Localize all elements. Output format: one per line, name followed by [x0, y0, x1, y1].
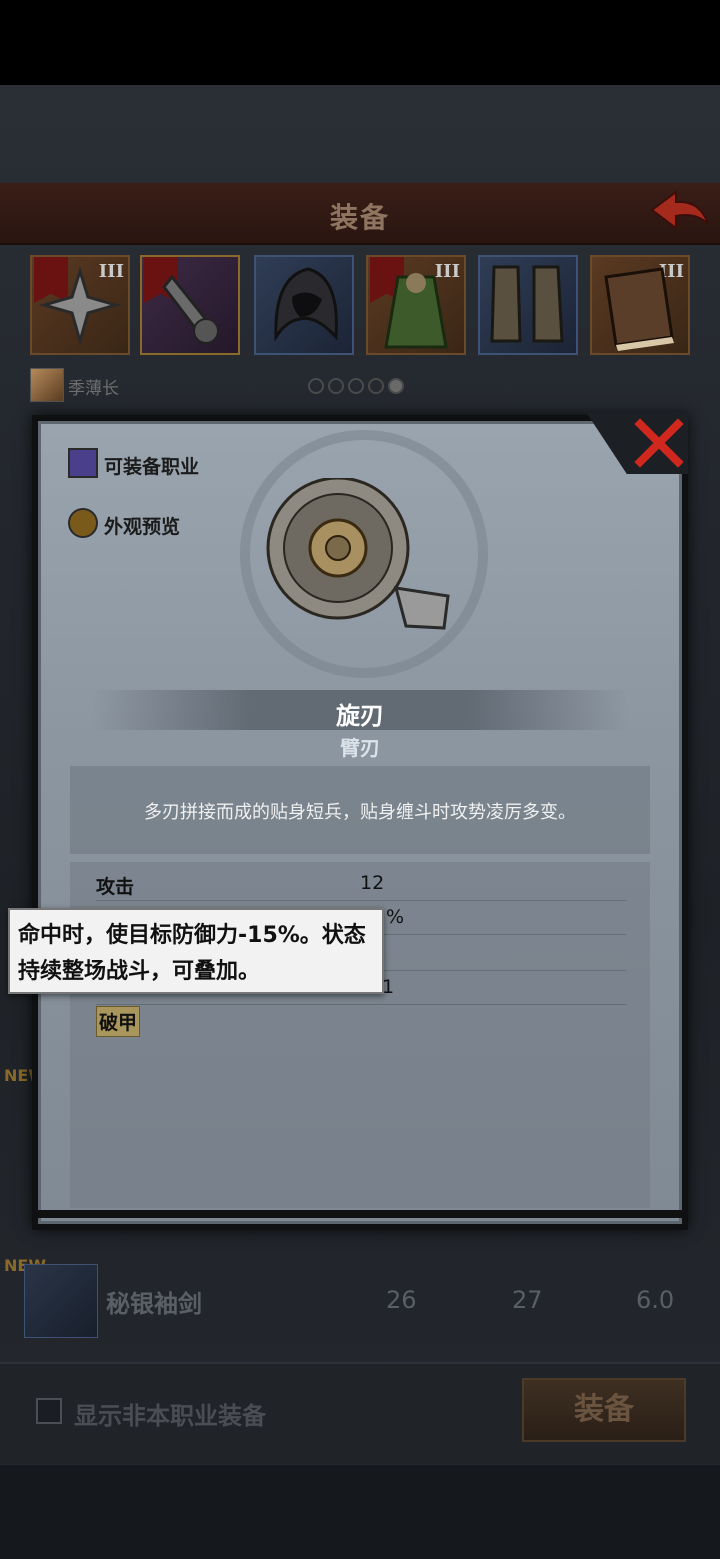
page-dot [308, 378, 324, 394]
character-name: 季薄长 [68, 379, 119, 399]
page-title: 装备 [329, 201, 390, 234]
spinning-blade-icon [266, 478, 450, 630]
green-robe-icon [384, 273, 448, 349]
item-type: 臂刃 [340, 736, 380, 760]
item-description: 多刃拼接而成的贴身短兵，贴身缠斗时攻势凌厉多变。 [144, 802, 576, 823]
appearance-preview-label: 外观预览 [104, 516, 181, 538]
character-avatar [30, 368, 64, 402]
page-dot-active [388, 378, 404, 394]
cross-star-icon [38, 265, 122, 347]
hood-icon [274, 267, 338, 342]
list-item-value-2: 27 [512, 1286, 543, 1314]
status-bar-area [0, 0, 720, 85]
book-icon [604, 267, 674, 351]
stat-value: % [386, 906, 405, 928]
page-indicator [308, 378, 408, 394]
stat-row-attack: 攻击 12 [96, 866, 626, 901]
perk-tooltip: 命中时，使目标防御力-15%。状态持续整场战斗，可叠加。 [8, 908, 384, 994]
list-item[interactable]: 秘银袖剑 26 27 6.0 [0, 1260, 720, 1340]
bottom-background [0, 1465, 720, 1559]
boots-icon [490, 265, 564, 343]
arm-blade-icon [162, 274, 219, 344]
tooltip-text: 命中时，使目标防御力-15%。状态持续整场战斗，可叠加。 [18, 923, 366, 984]
item-name: 旋刃 [336, 702, 384, 730]
equipment-slot-2[interactable] [140, 255, 240, 355]
modal-bottom-edge [36, 1210, 684, 1218]
stat-value: 12 [360, 872, 385, 894]
show-other-class-checkbox[interactable] [36, 1398, 62, 1424]
equipment-slot-6[interactable]: III [590, 255, 690, 355]
show-other-class-label[interactable]: 显示非本职业装备 [74, 1396, 266, 1431]
list-item-value-3: 6.0 [636, 1286, 675, 1314]
back-arrow-icon[interactable] [648, 190, 710, 234]
list-item-name: 秘银袖剑 [106, 1290, 202, 1318]
page-dot [348, 378, 364, 394]
equipment-slot-3[interactable] [254, 255, 354, 355]
equipment-slot-4[interactable]: III [366, 255, 466, 355]
stat-label: 攻击 [96, 876, 135, 898]
sleeve-sword-icon [24, 1264, 98, 1338]
equipment-slot-5[interactable] [478, 255, 578, 355]
equip-button[interactable]: 装备 [522, 1378, 686, 1442]
page-dot [328, 378, 344, 394]
preview-icon [68, 508, 98, 538]
close-icon[interactable] [634, 418, 684, 468]
perk-tag-armor-break[interactable]: 破甲 [96, 1006, 141, 1037]
list-item-attack: 26 [386, 1286, 417, 1314]
equippable-class-label: 可装备职业 [104, 456, 200, 478]
page-dot [368, 378, 384, 394]
class-icon [68, 448, 98, 478]
equipment-slot-1[interactable]: III [30, 255, 130, 355]
